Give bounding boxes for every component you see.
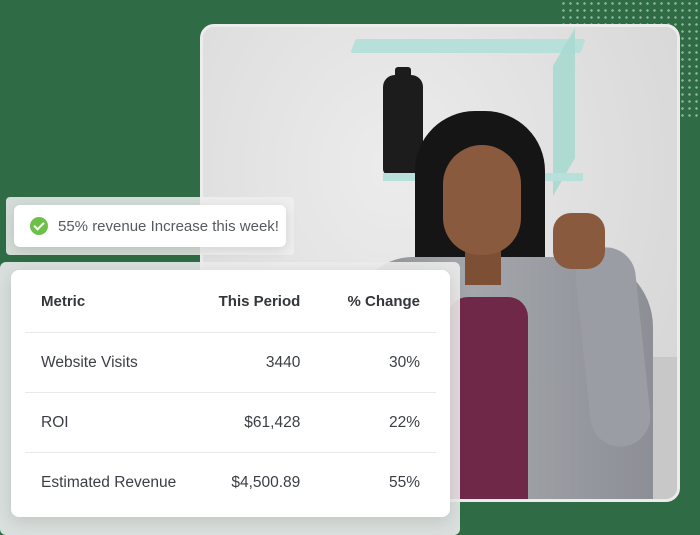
table-row: ROI $61,428 22%: [25, 393, 436, 453]
metric-cell: ROI: [41, 413, 69, 431]
value-cell: 3440: [265, 353, 301, 371]
change-cell: 22%: [388, 413, 420, 431]
change-cell: 30%: [388, 353, 420, 371]
value-cell: $4,500.89: [231, 473, 301, 491]
check-circle-icon: [30, 217, 48, 235]
value-cell: $61,428: [244, 413, 301, 431]
notification-pill: 55% revenue Increase this week!: [14, 205, 286, 247]
notification-text: 55% revenue Increase this week!: [58, 217, 279, 235]
column-header-this-period: This Period: [218, 292, 301, 310]
table-row: Website Visits 3440 30%: [25, 333, 436, 393]
table-header-row: Metric This Period % Change: [25, 270, 436, 333]
metrics-table-card: Metric This Period % Change Website Visi…: [11, 270, 450, 517]
metric-cell: Website Visits: [41, 353, 138, 371]
column-header-change: % Change: [347, 292, 420, 310]
table-row: Estimated Revenue $4,500.89 55%: [25, 453, 436, 512]
metric-cell: Estimated Revenue: [41, 473, 177, 491]
change-cell: 55%: [388, 473, 420, 491]
column-header-metric: Metric: [41, 292, 86, 310]
